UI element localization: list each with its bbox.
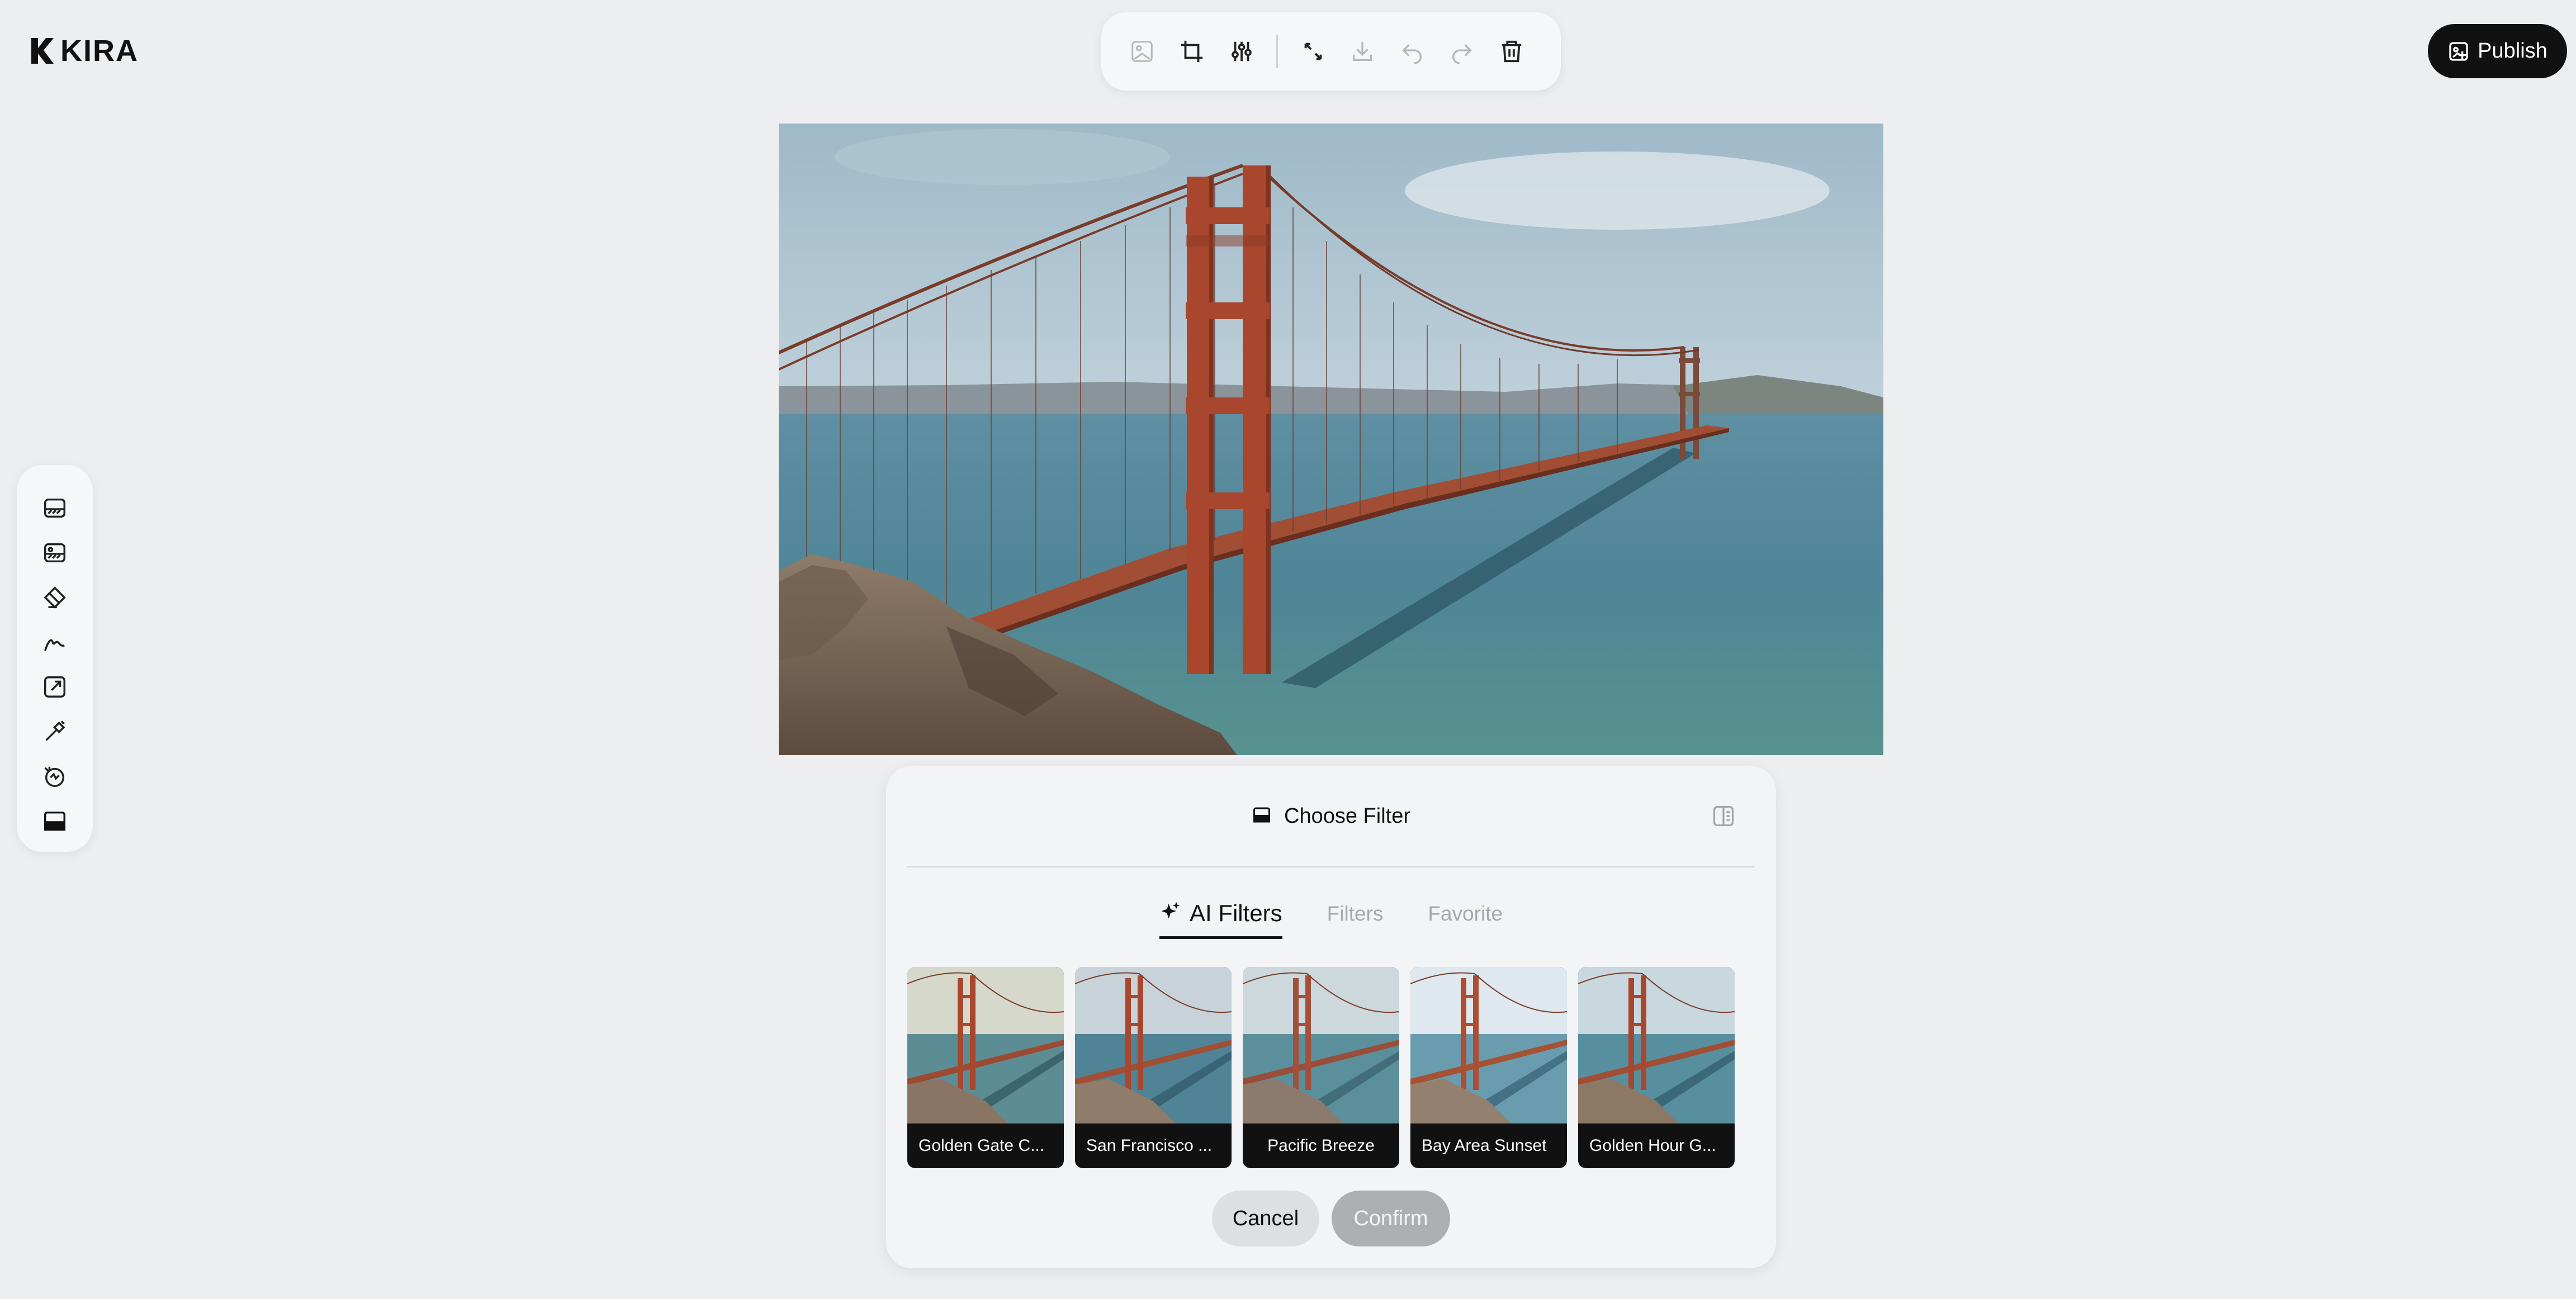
filter-thumbnail — [1410, 967, 1567, 1123]
filter-card-list: Golden Gate C... San Francisco ... Pacif… — [907, 967, 1735, 1168]
crop-icon — [1181, 40, 1202, 63]
filter-header-icon — [1252, 805, 1272, 828]
filter-card[interactable]: Golden Hour G... — [1578, 967, 1735, 1168]
eraser-icon — [44, 586, 66, 609]
image-icon — [1131, 41, 1153, 62]
tab-ai-filters-label: AI Filters — [1189, 900, 1282, 926]
filter-icon — [44, 811, 65, 831]
filter-card-label: Pacific Breeze — [1267, 1136, 1375, 1155]
bridge-photo — [779, 124, 1883, 755]
filter-card[interactable]: Pacific Breeze — [1243, 967, 1399, 1168]
compare-button[interactable] — [1711, 804, 1736, 828]
tool-retouch[interactable] — [35, 757, 74, 796]
filter-actions: Cancel Confirm — [886, 1191, 1776, 1246]
expand-icon — [1304, 42, 1322, 60]
tool-resize[interactable] — [35, 667, 74, 707]
trash-icon — [1502, 40, 1522, 63]
adjust-button[interactable] — [1221, 30, 1262, 73]
logo-text: KIRA — [60, 34, 139, 68]
filter-card-label: Golden Hour G... — [1589, 1136, 1716, 1155]
download-icon — [1353, 41, 1372, 61]
background-layer-icon — [44, 498, 65, 518]
filter-card[interactable]: Bay Area Sunset — [1410, 967, 1567, 1168]
magic-wand-icon — [45, 720, 65, 741]
top-toolbar — [1101, 12, 1561, 91]
resize-icon — [44, 676, 65, 698]
draw-icon — [44, 639, 65, 651]
tab-filters[interactable]: Filters — [1327, 899, 1384, 944]
logo[interactable]: KIRA — [29, 34, 139, 68]
retouch-icon — [44, 766, 65, 787]
filter-panel-header: Choose Filter — [886, 766, 1776, 866]
editor-root: KIRA Publish Choose Filter AI Filters Fi… — [0, 0, 2576, 1299]
undo-button[interactable] — [1391, 30, 1433, 73]
filter-card[interactable]: Golden Gate C... — [907, 967, 1064, 1168]
kira-logo-icon — [31, 38, 54, 64]
cancel-button[interactable]: Cancel — [1212, 1191, 1319, 1246]
redo-icon — [1452, 44, 1472, 64]
delete-button[interactable] — [1491, 30, 1532, 73]
filter-thumbnail — [1243, 967, 1399, 1123]
publish-icon — [2449, 41, 2468, 61]
tab-favorite[interactable]: Favorite — [1428, 899, 1503, 944]
filter-thumbnail — [1075, 967, 1232, 1123]
main-canvas-image[interactable] — [779, 124, 1883, 755]
image-button[interactable] — [1121, 30, 1163, 73]
filter-panel-title: Choose Filter — [1284, 804, 1410, 828]
tool-draw[interactable] — [35, 623, 74, 662]
redo-button[interactable] — [1441, 30, 1483, 73]
filter-card-label: Golden Gate C... — [918, 1136, 1045, 1155]
compare-icon — [1713, 805, 1734, 827]
left-toolbar — [17, 465, 93, 852]
filter-tabs: AI Filters Filters Favorite — [886, 899, 1776, 944]
tool-filter[interactable] — [35, 802, 74, 841]
filter-card-label: Bay Area Sunset — [1422, 1136, 1547, 1155]
tab-filters-label: Filters — [1327, 902, 1384, 925]
expand-button[interactable] — [1292, 30, 1334, 73]
download-button[interactable] — [1342, 30, 1383, 73]
filter-panel-divider — [907, 866, 1755, 867]
tab-favorite-label: Favorite — [1428, 902, 1503, 925]
tab-ai-filters[interactable]: AI Filters — [1159, 899, 1282, 944]
image-layer-icon — [44, 543, 65, 563]
filter-card-label: San Francisco ... — [1086, 1136, 1213, 1155]
publish-label: Publish — [2478, 39, 2547, 63]
filter-card[interactable]: San Francisco ... — [1075, 967, 1232, 1168]
filter-panel: Choose Filter AI Filters Filters Favorit… — [886, 766, 1776, 1268]
tool-background[interactable] — [35, 489, 74, 528]
toolbar-separator — [1276, 35, 1278, 68]
publish-button[interactable]: Publish — [2428, 24, 2567, 78]
tool-image-layer[interactable] — [35, 533, 74, 572]
tool-magic-wand[interactable] — [35, 712, 74, 751]
confirm-button[interactable]: Confirm — [1332, 1191, 1450, 1246]
adjust-sliders-icon — [1231, 41, 1252, 61]
sparkle-icon — [1161, 902, 1180, 919]
tool-eraser[interactable] — [35, 578, 74, 617]
filter-thumbnail — [907, 967, 1064, 1123]
undo-icon — [1402, 44, 1422, 64]
crop-button[interactable] — [1171, 30, 1213, 73]
filter-thumbnail — [1578, 967, 1735, 1123]
